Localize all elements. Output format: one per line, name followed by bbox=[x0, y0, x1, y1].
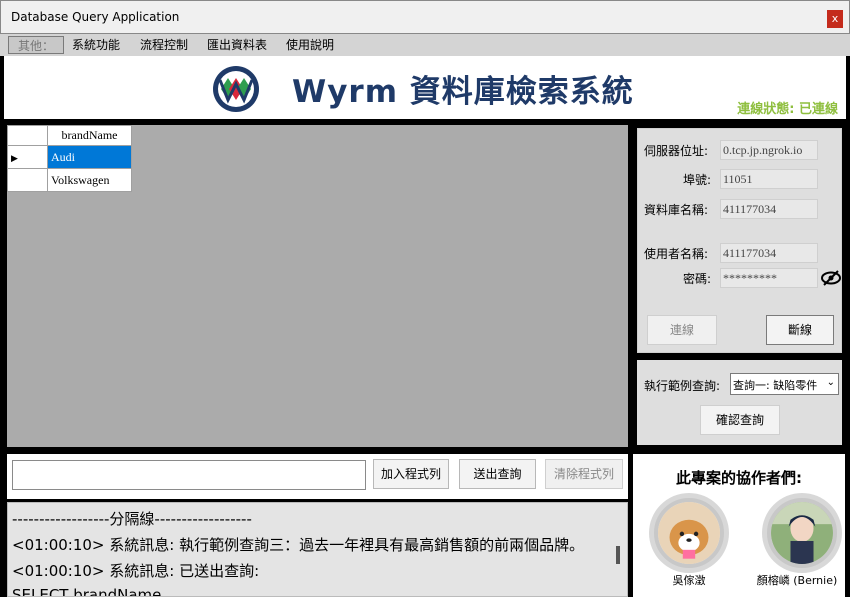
result-table: brandName ▶ Audi Volkswagen bbox=[7, 125, 132, 192]
app-title: Wyrm 資料庫檢索系統 bbox=[292, 74, 634, 110]
confirm-query-button[interactable]: 確認查詢 bbox=[700, 405, 780, 435]
chevron-down-icon: ⌄ bbox=[826, 377, 835, 388]
log-output[interactable]: ------------------分隔線------------------ … bbox=[7, 502, 628, 597]
password-field[interactable]: ********* bbox=[720, 268, 818, 288]
table-cell[interactable]: Audi bbox=[47, 145, 132, 169]
menu-flow-control[interactable]: 流程控制 bbox=[131, 36, 197, 54]
anime-character-avatar-icon bbox=[771, 502, 833, 564]
username-field[interactable]: 411177034 bbox=[720, 243, 818, 263]
table-cell[interactable]: Volkswagen bbox=[47, 168, 132, 192]
corner-header-cell bbox=[7, 125, 48, 146]
database-field[interactable]: 411177034 bbox=[720, 199, 818, 219]
menu-help[interactable]: 使用說明 bbox=[277, 36, 343, 54]
connection-panel: 伺服器位址: 0.tcp.jp.ngrok.io 埠號: 11051 資料庫名稱… bbox=[637, 128, 842, 353]
menu-export-table[interactable]: 匯出資料表 bbox=[198, 36, 276, 54]
avatar bbox=[654, 498, 724, 568]
menu-system-functions[interactable]: 系統功能 bbox=[63, 36, 129, 54]
collaborators-panel: 此專案的協作者們: 吳傢澂 顏榕嶙 (Bernie) bbox=[633, 454, 845, 597]
connection-status: 連線狀態: 已連線 bbox=[737, 102, 838, 117]
log-line: SELECT brandName bbox=[12, 586, 162, 597]
add-to-script-button[interactable]: 加入程式列 bbox=[373, 459, 449, 489]
send-query-button[interactable]: 送出查詢 bbox=[459, 459, 536, 489]
log-scrollbar[interactable] bbox=[616, 546, 620, 564]
collaborator-name: 顏榕嶙 (Bernie) bbox=[756, 574, 838, 587]
table-header-row: brandName bbox=[7, 125, 132, 146]
clear-script-button[interactable]: 清除程式列 bbox=[545, 459, 623, 489]
table-row[interactable]: ▶ Audi bbox=[7, 145, 132, 169]
column-header-brandname[interactable]: brandName bbox=[47, 125, 132, 146]
command-bar: 加入程式列 送出查詢 清除程式列 bbox=[7, 454, 628, 499]
collaborator-name: 吳傢澂 bbox=[672, 574, 706, 587]
server-field[interactable]: 0.tcp.jp.ngrok.io bbox=[720, 140, 818, 160]
username-label: 使用者名稱: bbox=[644, 247, 709, 261]
header-banner: Wyrm 資料庫檢索系統 連線狀態: 已連線 bbox=[4, 56, 846, 119]
sample-query-selected: 查詢一: 缺陷零件 bbox=[733, 379, 818, 392]
log-line: ------------------分隔線------------------ bbox=[12, 510, 252, 528]
server-label: 伺服器位址: bbox=[644, 144, 709, 158]
sql-command-input[interactable] bbox=[12, 460, 366, 490]
row-header[interactable] bbox=[7, 168, 48, 192]
sample-query-select[interactable]: 查詢一: 缺陷零件 ⌄ bbox=[730, 373, 839, 395]
wyrm-logo-icon bbox=[213, 66, 259, 112]
menu-bar: 其他： 系統功能 流程控制 匯出資料表 使用說明 bbox=[0, 34, 850, 56]
current-row-arrow-icon: ▶ bbox=[11, 152, 18, 163]
app-window: Database Query Application x 其他： 系統功能 流程… bbox=[0, 0, 850, 597]
row-header-current[interactable]: ▶ bbox=[7, 145, 48, 169]
log-line: <01:00:10> 系統訊息: 執行範例查詢三：過去一年裡具有最高銷售額的前兩… bbox=[12, 536, 585, 554]
password-label: 密碼: bbox=[683, 272, 712, 286]
port-field[interactable]: 11051 bbox=[720, 169, 818, 189]
port-label: 埠號: bbox=[683, 173, 712, 187]
close-button[interactable]: x bbox=[827, 10, 843, 28]
sample-query-panel: 執行範例查詢: 查詢一: 缺陷零件 ⌄ 確認查詢 bbox=[637, 360, 842, 445]
window-title: Database Query Application bbox=[11, 10, 180, 24]
log-line: <01:00:10> 系統訊息: 已送出查詢: bbox=[12, 562, 260, 580]
avatar bbox=[767, 498, 837, 568]
result-grid[interactable]: brandName ▶ Audi Volkswagen bbox=[7, 125, 628, 447]
dog-avatar-icon bbox=[658, 502, 720, 564]
eye-slash-icon[interactable] bbox=[821, 270, 841, 286]
connect-button[interactable]: 連線 bbox=[647, 315, 717, 345]
database-label: 資料庫名稱: bbox=[644, 203, 709, 217]
title-bar: Database Query Application x bbox=[0, 0, 850, 34]
menu-other[interactable]: 其他： bbox=[8, 36, 65, 54]
disconnect-button[interactable]: 斷線 bbox=[766, 315, 834, 345]
collaborators-title: 此專案的協作者們: bbox=[676, 469, 802, 487]
table-row[interactable]: Volkswagen bbox=[7, 168, 132, 192]
sample-query-label: 執行範例查詢: bbox=[644, 379, 721, 393]
